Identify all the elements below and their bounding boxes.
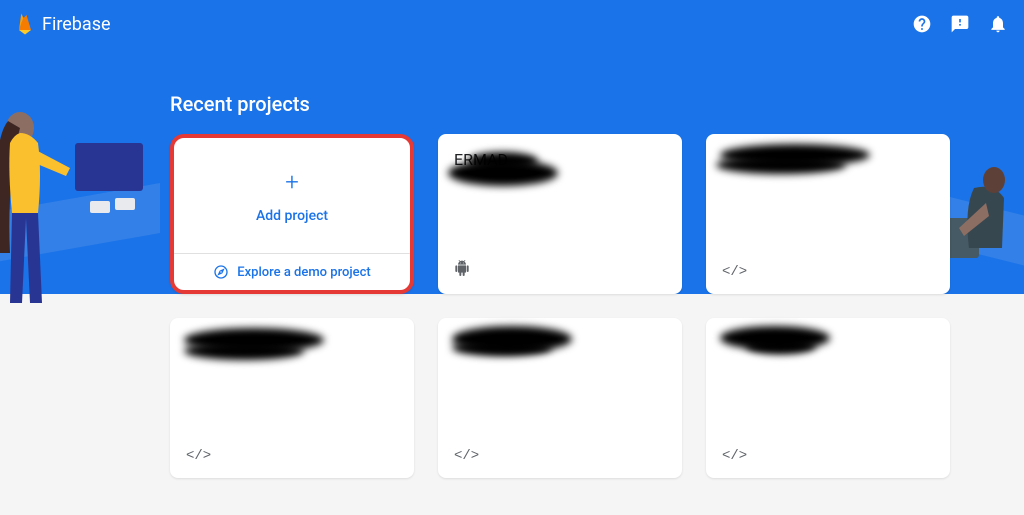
announcement-icon[interactable] (950, 14, 970, 34)
explore-icon (213, 264, 229, 280)
brand-name: Firebase (42, 14, 111, 35)
illustration-left (0, 73, 160, 303)
main-content: Recent projects + Add project Explore a … (170, 92, 984, 478)
web-icon: </> (454, 448, 479, 464)
help-icon[interactable] (912, 14, 932, 34)
projects-grid: + Add project Explore a demo project ERM… (170, 134, 950, 478)
recent-projects-title: Recent projects (170, 92, 984, 116)
plus-icon: + (285, 168, 299, 196)
project-card[interactable]: </> (438, 318, 682, 478)
demo-link-label: Explore a demo project (237, 265, 370, 280)
add-project-card[interactable]: + Add project Explore a demo project (170, 134, 414, 294)
firebase-logo-icon (16, 12, 34, 36)
app-header: Firebase (0, 0, 1024, 48)
project-card[interactable]: </> (170, 318, 414, 478)
project-card[interactable]: ERMAD (438, 134, 682, 294)
notifications-icon[interactable] (988, 14, 1008, 34)
header-actions (912, 14, 1008, 34)
add-project-label: Add project (256, 208, 328, 224)
project-card[interactable]: </> (706, 134, 950, 294)
web-icon: </> (722, 264, 747, 280)
web-icon: </> (722, 448, 747, 464)
android-icon (454, 260, 470, 280)
project-card[interactable]: </> (706, 318, 950, 478)
add-project-button[interactable]: + Add project (174, 138, 410, 253)
web-icon: </> (186, 448, 211, 464)
brand-logo-section[interactable]: Firebase (16, 12, 111, 36)
explore-demo-link[interactable]: Explore a demo project (174, 253, 410, 290)
